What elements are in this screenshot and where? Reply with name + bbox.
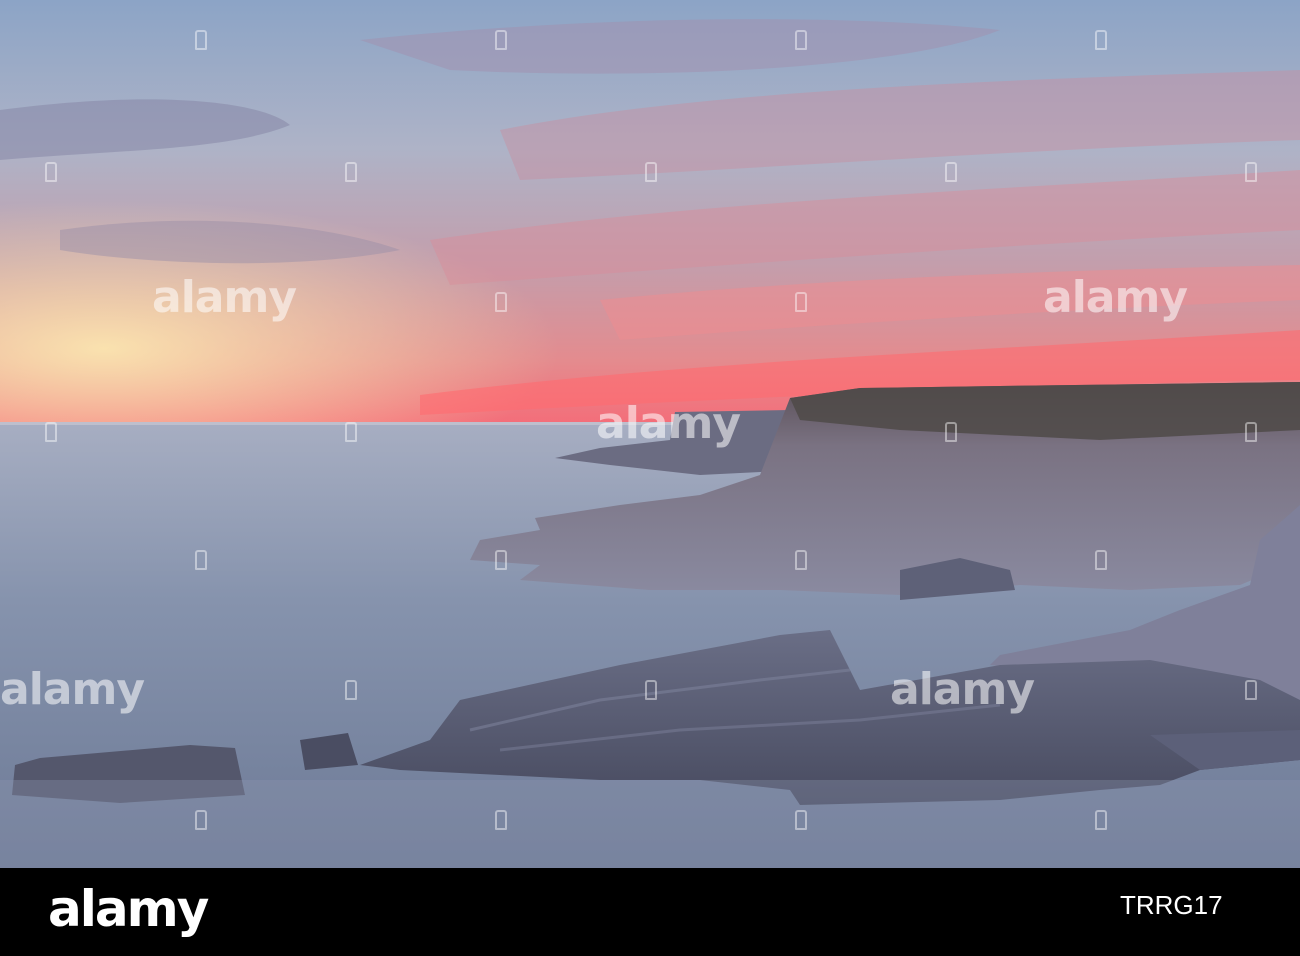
watermark-a-icon	[1092, 28, 1107, 52]
watermark-a-icon	[342, 160, 357, 184]
watermark-a-icon	[792, 548, 807, 572]
watermark-text: alamy	[152, 272, 297, 323]
watermark-a-icon	[1242, 678, 1257, 702]
watermark-a-icon	[642, 160, 657, 184]
watermark-a-icon	[792, 290, 807, 314]
watermark-a-icon	[192, 28, 207, 52]
stock-photo-frame: alamy alamy alamy alamy alamy alamy TRRG…	[0, 0, 1300, 956]
watermark-a-icon	[42, 160, 57, 184]
watermark-a-icon	[1242, 160, 1257, 184]
image-id: TRRG17	[1120, 890, 1223, 920]
watermark-text: alamy	[1043, 272, 1188, 323]
watermark-a-icon	[642, 678, 657, 702]
watermark-text: alamy	[890, 664, 1035, 715]
watermark-footer: alamy TRRG17	[0, 868, 1300, 956]
watermark-a-icon	[492, 290, 507, 314]
watermark-a-icon	[1092, 548, 1107, 572]
watermark-a-icon	[942, 420, 957, 444]
watermark-a-icon	[192, 808, 207, 832]
watermark-a-icon	[342, 678, 357, 702]
watermark-a-icon	[1242, 420, 1257, 444]
watermark-a-icon	[942, 160, 957, 184]
watermark-a-icon	[792, 28, 807, 52]
brand-logo: alamy	[48, 880, 209, 938]
watermark-text: alamy	[596, 398, 741, 449]
watermark-a-icon	[492, 808, 507, 832]
watermark-text: alamy	[0, 664, 145, 715]
watermark-a-icon	[342, 420, 357, 444]
watermark-a-icon	[492, 28, 507, 52]
watermark-a-icon	[42, 420, 57, 444]
coastal-sunset-photo: alamy alamy alamy alamy alamy	[0, 0, 1300, 868]
watermark-a-icon	[492, 548, 507, 572]
watermark-a-icon	[792, 808, 807, 832]
watermark-a-icon	[192, 548, 207, 572]
watermark-a-icon	[1092, 808, 1107, 832]
